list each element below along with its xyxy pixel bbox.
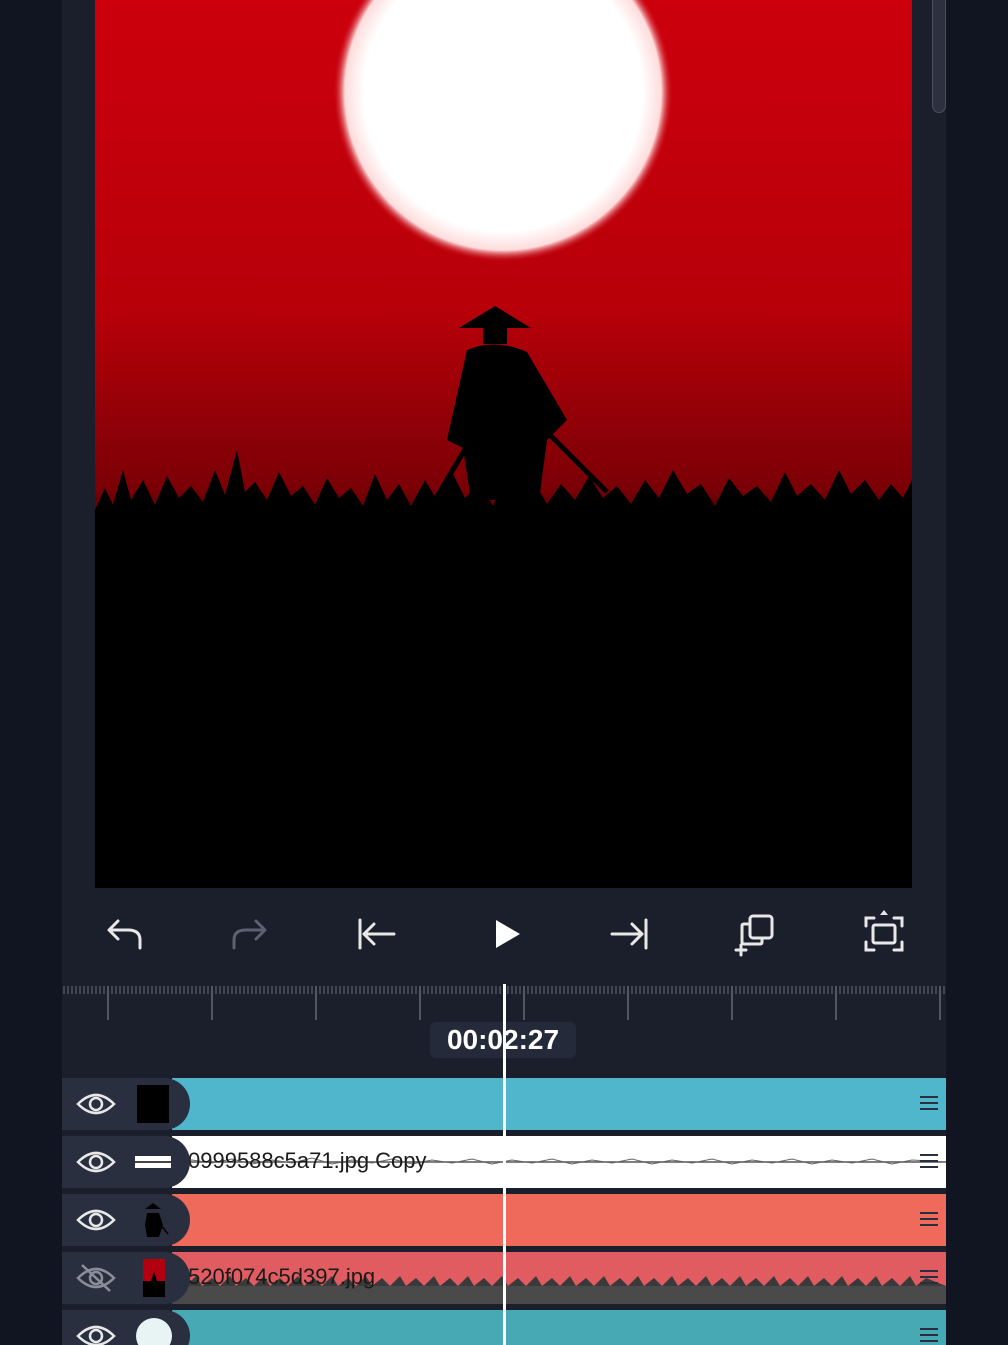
track-1-thumbnail — [137, 1085, 169, 1123]
red-scene-thumbnail-icon — [143, 1259, 165, 1297]
fullscreen-icon — [864, 910, 904, 952]
jump-to-start-icon — [358, 918, 396, 950]
fullscreen-button[interactable] — [856, 906, 912, 962]
eye-icon[interactable] — [76, 1320, 116, 1345]
duplicate-button[interactable] — [728, 906, 784, 962]
playback-toolbar — [62, 888, 946, 980]
grass-silhouette — [95, 450, 912, 888]
undo-button[interactable] — [96, 906, 152, 962]
eye-icon[interactable] — [76, 1088, 116, 1120]
track-5-thumbnail — [136, 1318, 172, 1345]
video-preview[interactable] — [95, 0, 912, 888]
clip-drag-handle-icon[interactable] — [920, 1212, 938, 1228]
right-gutter — [946, 0, 1008, 1345]
clip-drag-handle-icon[interactable] — [920, 1270, 938, 1286]
track-4-header — [62, 1252, 190, 1304]
track-4-label: 520f074c5d397.jpg — [188, 1264, 376, 1289]
track-5-header — [62, 1310, 190, 1345]
playhead[interactable] — [503, 984, 506, 1345]
clip-drag-handle-icon[interactable] — [920, 1096, 938, 1112]
track-3-clip[interactable] — [172, 1194, 946, 1246]
track-3-header — [62, 1194, 190, 1246]
track-2-label: 0999588c5a71.jpg Copy — [188, 1148, 427, 1173]
eye-icon[interactable] — [76, 1204, 116, 1236]
track-2-header — [62, 1136, 190, 1188]
left-gutter — [0, 0, 62, 1345]
track-2-thumbnail — [135, 1143, 171, 1181]
clip-drag-handle-icon[interactable] — [920, 1154, 938, 1170]
redo-button[interactable] — [222, 906, 278, 962]
track-5-clip[interactable] — [172, 1310, 946, 1345]
samurai-thumbnail-icon — [145, 1203, 169, 1237]
jump-to-end-button[interactable] — [602, 906, 658, 962]
track-1-clip[interactable] — [172, 1078, 946, 1130]
jump-to-end-icon — [610, 918, 648, 950]
track-4-clip[interactable]: 520f074c5d397.jpg — [172, 1252, 946, 1304]
undo-icon — [107, 919, 142, 950]
play-button[interactable] — [478, 906, 534, 962]
track-1-header — [62, 1078, 190, 1130]
eye-icon[interactable] — [76, 1146, 116, 1178]
preview-artwork — [95, 0, 912, 888]
preview-scroll-handle[interactable] — [932, 0, 946, 113]
redo-icon — [232, 919, 267, 950]
jump-to-start-button[interactable] — [348, 906, 404, 962]
clip-drag-handle-icon[interactable] — [920, 1328, 938, 1344]
eye-hidden-icon[interactable] — [76, 1262, 116, 1294]
play-icon — [496, 920, 520, 948]
duplicate-icon — [734, 914, 774, 957]
track-2-clip[interactable]: 0999588c5a71.jpg Copy — [172, 1136, 946, 1188]
